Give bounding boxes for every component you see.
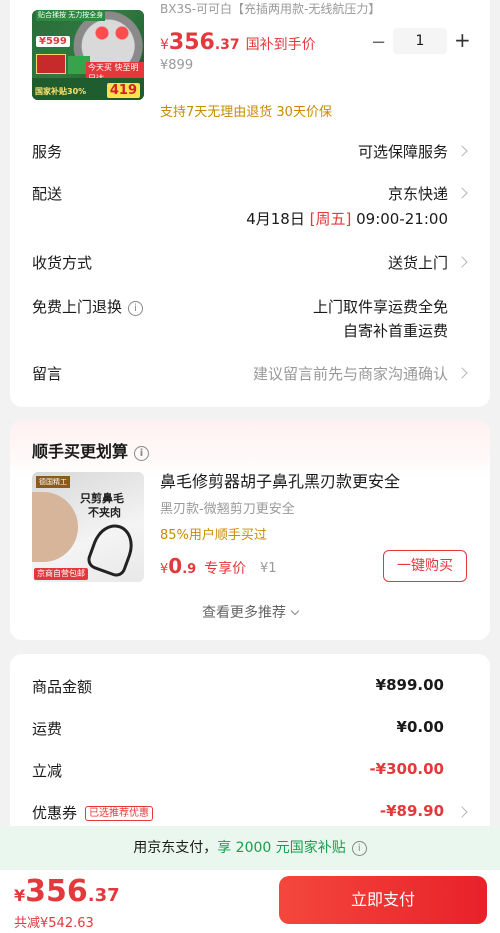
- quantity-decrease-button[interactable]: −: [371, 32, 386, 53]
- reco-price-decimal: .9: [182, 562, 197, 577]
- price-summary-card: 商品金额 ¥899.00 运费 ¥0.00 立减 -¥300.00 优惠券 已选推…: [10, 654, 490, 854]
- message-input[interactable]: 建议留言前先与商家沟通确认: [253, 363, 448, 384]
- product-variant[interactable]: BX3S-可可白【充插两用款-无线航压力】: [160, 0, 380, 17]
- reco-price: ¥0.9 专享价: [160, 554, 246, 578]
- coupon-tag: 已选推荐优惠: [85, 806, 154, 821]
- reco-title: 顺手买更划算 i: [32, 438, 150, 462]
- discount-value: -¥300.00: [369, 760, 444, 778]
- original-price: ¥899: [160, 58, 194, 73]
- reco-price-label: 专享价: [204, 561, 247, 577]
- free-return-value-2: 自寄补首重运费: [342, 322, 448, 340]
- delivery-weekday: [周五]: [309, 210, 352, 228]
- order-card: 贴合揉按 无力按全身 ¥599 今天买 快至明日达 国家补贴30% 419 BX…: [10, 0, 490, 407]
- jd-pay-subsidy-banner[interactable]: 用京东支付，享 2000 元国家补贴 i: [0, 826, 500, 870]
- more-recommendations-text: 查看更多推荐: [202, 605, 286, 621]
- total-integer: 356: [25, 874, 88, 909]
- delivery-label: 配送: [32, 185, 63, 203]
- reco-product-name[interactable]: 鼻毛修剪器胡子鼻孔黑刃款更安全: [160, 468, 400, 492]
- total-currency: ¥: [14, 886, 26, 905]
- reco-image-badge: 德国精工: [36, 476, 70, 488]
- total-discount[interactable]: 共减¥542.63: [14, 912, 94, 931]
- product-price: ¥356.37 国补到手价: [160, 30, 316, 55]
- shipping-value: ¥0.00: [396, 718, 444, 736]
- product-image-subsidy: 国家补贴30%: [35, 87, 87, 96]
- guarantee-text: 支持7天无理由退货 30天价保: [160, 105, 332, 120]
- pay-now-button[interactable]: 立即支付: [279, 876, 487, 924]
- free-return-text: 免费上门退换: [32, 298, 123, 316]
- checkout-bar: ¥356.37 共减¥542.63 立即支付: [0, 870, 500, 933]
- delivery-chevron-icon[interactable]: [456, 187, 468, 199]
- banner-info-icon[interactable]: i: [351, 841, 367, 856]
- total-price: ¥356.37: [14, 874, 120, 909]
- total-decimal: .37: [87, 885, 120, 906]
- coupon-value[interactable]: -¥89.90: [380, 802, 444, 820]
- discount-label: 立减: [32, 762, 63, 780]
- coupon-label: 优惠券 已选推荐优惠: [32, 802, 154, 823]
- reco-info-icon[interactable]: i: [134, 446, 150, 461]
- one-click-buy-button[interactable]: 一键购买: [383, 550, 467, 582]
- reco-bought-rate: 85%用户顺手买过: [160, 528, 267, 543]
- free-return-label: 免费上门退换 i: [32, 296, 144, 317]
- quantity-increase-button[interactable]: +: [454, 28, 471, 52]
- reco-image-line2: 不夹肉: [88, 506, 121, 519]
- service-label: 服务: [32, 143, 63, 161]
- reco-product-image[interactable]: 德国精工 只剪鼻毛 不夹肉 京商自营包邮: [32, 472, 144, 582]
- goods-amount-value: ¥899.00: [375, 676, 444, 694]
- recommendation-card: 顺手买更划算 i 德国精工 只剪鼻毛 不夹肉 京商自营包邮 鼻毛修剪器胡子鼻孔黑刃…: [10, 420, 490, 640]
- delivery-day: 4月18日: [246, 210, 305, 228]
- price-decimal: .37: [214, 37, 240, 53]
- price-currency: ¥: [160, 37, 169, 53]
- shipping-label: 运费: [32, 720, 63, 738]
- banner-text-prefix: 用京东支付，: [133, 840, 218, 856]
- product-image[interactable]: 贴合揉按 无力按全身 ¥599 今天买 快至明日达 国家补贴30% 419: [32, 10, 144, 100]
- delivery-value[interactable]: 京东快递: [388, 183, 448, 204]
- info-icon[interactable]: i: [128, 301, 144, 316]
- more-recommendations-link[interactable]: 查看更多推荐: [10, 602, 490, 622]
- product-image-subsidy-price: 419: [106, 83, 140, 98]
- banner-text-highlight: 享 2000 元国家补贴: [217, 840, 346, 856]
- message-chevron-icon[interactable]: [456, 367, 468, 379]
- coupon-chevron-icon[interactable]: [456, 806, 468, 818]
- quantity-input[interactable]: 1: [393, 28, 447, 54]
- service-value[interactable]: 可选保障服务: [358, 141, 448, 162]
- coupon-label-text: 优惠券: [32, 804, 78, 822]
- product-image-price-tag: ¥599: [36, 36, 70, 47]
- price-note: 国补到手价: [245, 37, 316, 53]
- free-return-value-1: 上门取件享运费全免: [312, 298, 448, 316]
- chevron-down-icon: [290, 606, 300, 616]
- reco-original-price: ¥1: [260, 561, 277, 576]
- receive-method-label: 收货方式: [32, 254, 93, 272]
- receive-chevron-icon[interactable]: [456, 256, 468, 268]
- delivery-time: 09:00-21:00: [356, 210, 448, 228]
- reco-price-integer: 0: [168, 554, 183, 578]
- price-integer: 356: [168, 30, 215, 55]
- reco-product-variant: 黑刃款-微翘剪刀更安全: [160, 502, 295, 517]
- receive-method-value[interactable]: 送货上门: [388, 252, 448, 273]
- reco-title-text: 顺手买更划算: [32, 442, 129, 461]
- product-image-tag: 贴合揉按 无力按全身: [36, 10, 106, 21]
- delivery-date[interactable]: 4月18日 [周五] 09:00-21:00: [246, 208, 448, 229]
- message-label: 留言: [32, 365, 63, 383]
- service-chevron-icon[interactable]: [456, 145, 468, 157]
- goods-amount-label: 商品金额: [32, 678, 93, 696]
- reco-image-red-tag: 京商自营包邮: [34, 568, 88, 580]
